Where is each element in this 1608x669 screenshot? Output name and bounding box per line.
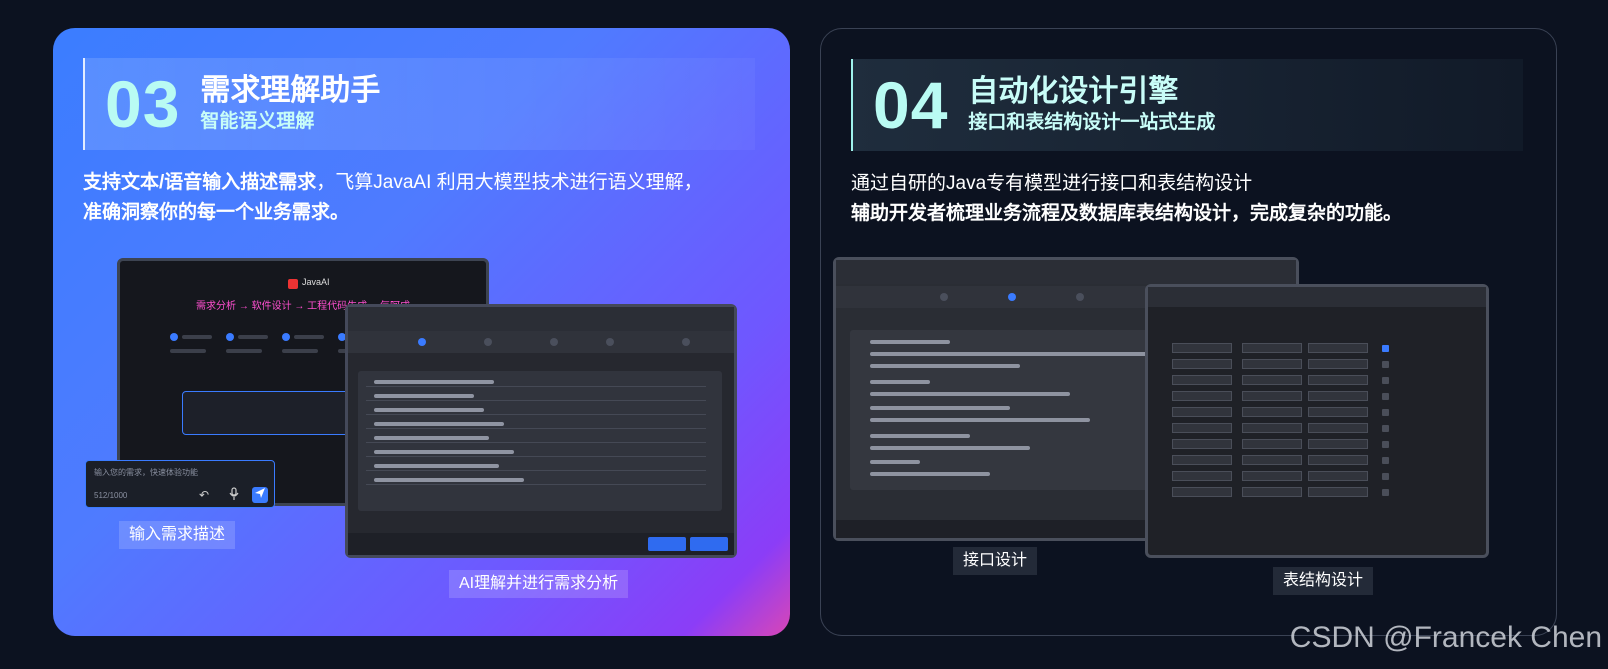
feature-subtitle: 接口和表结构设计一站式生成 (968, 112, 1216, 133)
caption-input: 输入需求描述 (119, 521, 236, 549)
window-toolbar (348, 307, 734, 331)
feature-subtitle: 智能语义理解 (200, 111, 315, 132)
watermark: CSDN @Francek Chen (1289, 621, 1602, 654)
send-icon[interactable] (252, 487, 268, 503)
feature-title: 需求理解助手 (200, 74, 381, 107)
microphone-icon[interactable] (226, 487, 242, 503)
requirement-list (358, 371, 722, 511)
list-item[interactable] (366, 461, 706, 471)
description-line2: 准确洞察你的每一个业务需求。 (83, 202, 350, 223)
next-button[interactable] (690, 537, 728, 551)
step-dot (226, 333, 234, 341)
caption-analysis: AI理解并进行需求分析 (449, 570, 629, 598)
feature-title: 自动化设计引擎 (968, 75, 1179, 108)
javaai-brand: JavaAI (302, 277, 330, 287)
secondary-button[interactable] (648, 537, 686, 551)
description-bold: 支持文本/语音输入描述需求 (83, 172, 317, 193)
feature-number: 04 (873, 68, 949, 142)
description-line1: 通过自研的Java专有模型进行接口和表结构设计 (851, 173, 1253, 194)
step-dot (170, 333, 178, 341)
window-toolbar (1148, 287, 1486, 307)
requirement-input[interactable]: 输入您的需求，快速体验功能 512/1000 ↶ (85, 460, 275, 508)
input-placeholder: 输入您的需求，快速体验功能 (94, 468, 198, 477)
list-item[interactable] (366, 377, 706, 387)
requirement-analysis-screenshot (345, 304, 737, 558)
list-item[interactable] (366, 419, 706, 429)
window-toolbar (836, 260, 1296, 284)
feature-description: 通过自研的Java专有模型进行接口和表结构设计 辅助开发者梳理业务流程及数据库表… (851, 169, 1531, 229)
step-tabs (348, 331, 734, 353)
window-footer (348, 533, 734, 555)
list-item[interactable] (366, 405, 706, 415)
step-dot (282, 333, 290, 341)
caption-table: 表结构设计 (1273, 567, 1374, 595)
card-heading: 03 需求理解助手 智能语义理解 (83, 58, 755, 150)
list-item[interactable] (366, 391, 706, 401)
feature-card-design: 04 自动化设计引擎 接口和表结构设计一站式生成 通过自研的Java专有模型进行… (820, 28, 1557, 636)
feature-description: 支持文本/语音输入描述需求，飞算JavaAI 利用大模型技术进行语义理解， 准确… (83, 168, 763, 228)
table-design-screenshot (1145, 284, 1489, 558)
undo-icon[interactable]: ↶ (196, 487, 212, 503)
list-item[interactable] (366, 447, 706, 457)
card-heading: 04 自动化设计引擎 接口和表结构设计一站式生成 (851, 59, 1523, 151)
input-char-count: 512/1000 (94, 491, 128, 500)
list-item[interactable] (366, 475, 706, 485)
description-line2: 辅助开发者梳理业务流程及数据库表结构设计，完成复杂的功能。 (851, 203, 1403, 224)
table-grid (1158, 343, 1478, 527)
description-rest: ，飞算JavaAI 利用大模型技术进行语义理解， (316, 172, 703, 193)
caption-api: 接口设计 (953, 547, 1038, 575)
feature-card-requirement: 03 需求理解助手 智能语义理解 支持文本/语音输入描述需求，飞算JavaAI … (53, 28, 790, 636)
javaai-logo-icon (288, 279, 298, 289)
feature-number: 03 (105, 67, 181, 141)
list-item[interactable] (366, 433, 706, 443)
